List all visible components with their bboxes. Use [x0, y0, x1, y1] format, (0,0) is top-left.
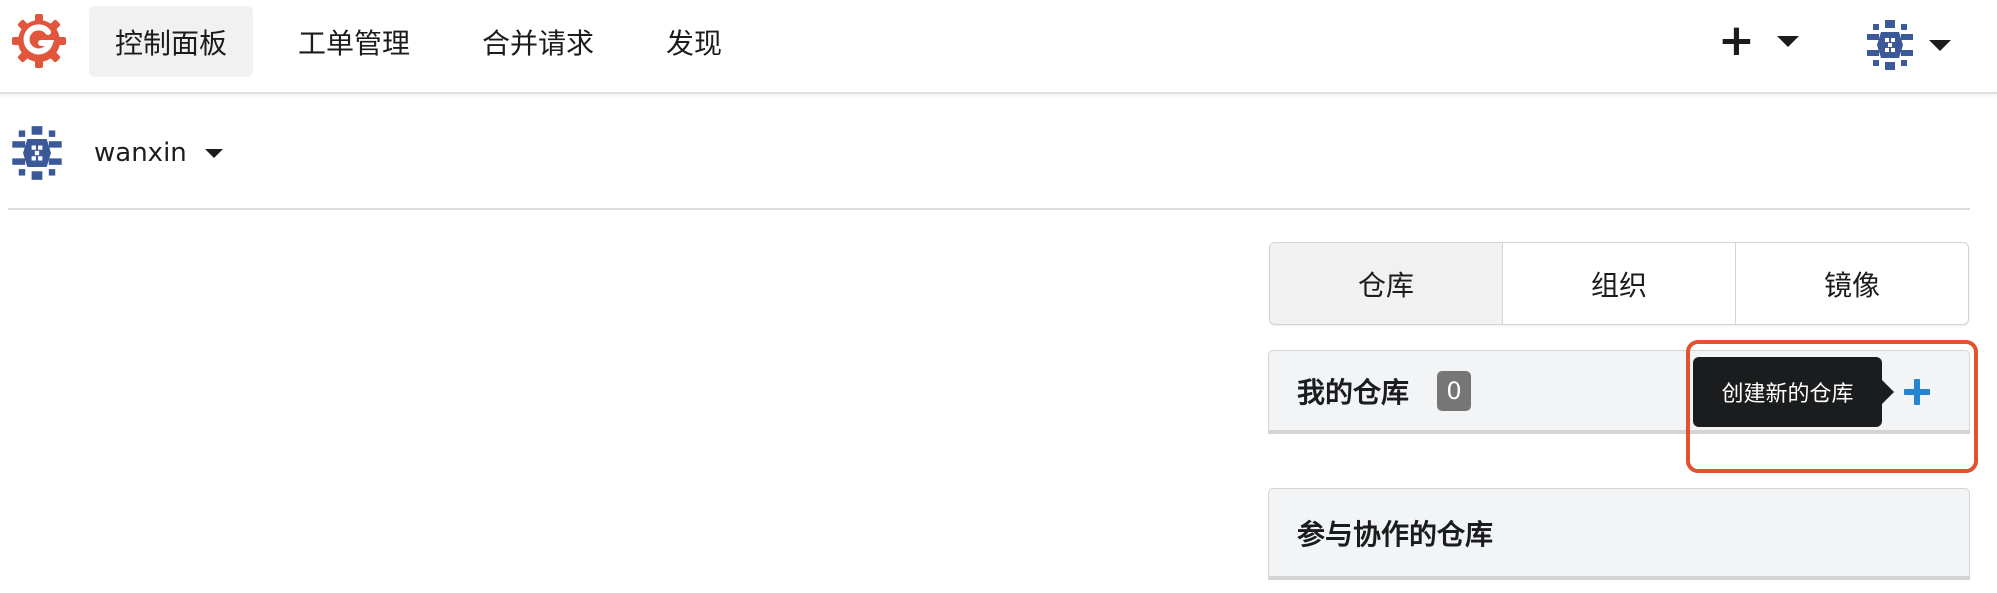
nav-dashboard-label: 控制面板 [114, 26, 227, 60]
collab-repos-panel-header: 参与协作的仓库 [1268, 488, 1970, 580]
tab-repositories[interactable]: 仓库 [1270, 243, 1503, 324]
annotation-highlight-box [1686, 340, 1978, 473]
tab-repositories-label: 仓库 [1357, 268, 1414, 302]
nav-dashboard[interactable]: 控制面板 [89, 6, 253, 77]
chevron-down-icon [204, 148, 223, 158]
gitea-logo-icon[interactable] [9, 11, 69, 71]
nav-issues[interactable]: 工单管理 [279, 6, 429, 77]
nav-explore[interactable]: 发现 [647, 6, 741, 77]
user-avatar-icon [1867, 20, 1913, 70]
chevron-down-icon [1776, 35, 1799, 47]
dashboard-tabs: 仓库 组织 镜像 [1269, 242, 1969, 325]
plus-icon: + [1718, 15, 1755, 66]
nav-explore-label: 发现 [665, 26, 722, 60]
user-avatar-icon [12, 126, 62, 180]
context-switcher[interactable]: wanxin [8, 124, 223, 182]
nav-pull-requests-label: 合并请求 [481, 26, 594, 60]
context-user-name: wanxin [94, 138, 187, 168]
nav-pull-requests[interactable]: 合并请求 [463, 6, 613, 77]
chevron-down-icon [1929, 39, 1951, 51]
my-repos-title: 我的仓库 [1297, 375, 1410, 409]
tab-mirrors[interactable]: 镜像 [1736, 243, 1968, 324]
tab-organizations[interactable]: 组织 [1503, 243, 1736, 324]
collab-repos-title: 参与协作的仓库 [1297, 517, 1494, 551]
tab-organizations-label: 组织 [1590, 268, 1647, 302]
top-navbar: 控制面板 工单管理 合并请求 发现 + [0, 0, 1997, 94]
tab-mirrors-label: 镜像 [1823, 268, 1880, 302]
nav-issues-label: 工单管理 [297, 26, 410, 60]
repo-count-badge: 0 [1437, 370, 1472, 411]
user-menu-dropdown[interactable] [1863, 18, 1951, 72]
create-new-dropdown[interactable]: + [1718, 16, 1828, 66]
header-divider [8, 208, 1970, 210]
